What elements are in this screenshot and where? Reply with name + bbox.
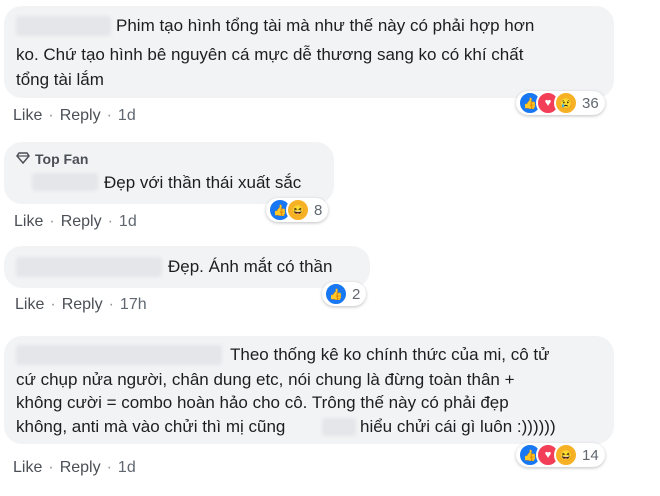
haha-icon: 😆 — [554, 443, 578, 467]
reaction-count: 36 — [582, 94, 599, 112]
reaction-count: 14 — [582, 446, 599, 464]
separator-dot: · — [49, 213, 55, 230]
blurred-author-name — [16, 16, 111, 36]
separator-dot: · — [48, 107, 54, 124]
comment-timestamp[interactable]: 1d — [118, 459, 136, 477]
comment-text-line: Phim tạo hình tổng tài mà như thế này có… — [116, 16, 535, 35]
reaction-count: 8 — [314, 201, 323, 219]
comment-actions: Like · Reply · 17h — [15, 296, 147, 314]
reaction-count: 2 — [352, 285, 361, 303]
like-link[interactable]: Like — [13, 107, 42, 125]
comment-text-line: Theo thống kê ko chính thức của mi, cô t… — [230, 345, 550, 364]
separator-dot: · — [50, 296, 56, 313]
diamond-icon — [16, 148, 30, 170]
comment-text-line: tổng tài lắm — [16, 70, 104, 89]
comment-text: Đẹp với thần thái xuất sắc — [104, 173, 302, 192]
reply-link[interactable]: Reply — [61, 213, 102, 231]
comment-text-line: cứ chụp nửa người, chân dung etc, nói ch… — [16, 370, 515, 389]
separator-dot: · — [108, 296, 114, 313]
blurred-author-name — [16, 345, 222, 365]
reaction-summary[interactable]: 👍 😆 8 — [266, 198, 329, 222]
comment-bubble: Phim tạo hình tổng tài mà như thế này có… — [4, 6, 614, 98]
comment-text-line: không cười = combo hoàn hảo cho cô. Trôn… — [16, 393, 509, 412]
reply-link[interactable]: Reply — [60, 459, 101, 477]
reaction-summary[interactable]: 👍 2 — [322, 282, 367, 306]
blurred-word — [322, 418, 356, 436]
reaction-summary[interactable]: 👍 ♥ 😆 14 — [516, 443, 605, 467]
comment-bubble: Đẹp. Ánh mắt có thần — [4, 246, 370, 288]
comment-bubble: Theo thống kê ko chính thức của mi, cô t… — [4, 336, 614, 444]
haha-icon: 😆 — [286, 198, 310, 222]
like-icon: 👍 — [324, 282, 348, 306]
comment-text: Đẹp. Ánh mắt có thần — [168, 257, 333, 276]
comment-actions: Like · Reply · 1d — [13, 459, 136, 477]
separator-dot: · — [106, 459, 112, 476]
blurred-author-name — [16, 257, 162, 277]
top-fan-badge: Top Fan — [16, 148, 88, 170]
separator-dot: · — [48, 459, 54, 476]
comment-actions: Like · Reply · 1d — [14, 213, 137, 231]
sad-icon: 😢 — [554, 91, 578, 115]
like-link[interactable]: Like — [14, 213, 43, 231]
separator-dot: · — [107, 213, 113, 230]
comment-text-line: ko. Chứ tạo hình bê nguyên cá mực dễ thư… — [16, 45, 524, 64]
reaction-summary[interactable]: 👍 ♥ 😢 36 — [516, 91, 605, 115]
like-link[interactable]: Like — [13, 459, 42, 477]
comment-timestamp[interactable]: 1d — [118, 107, 136, 125]
comment-timestamp[interactable]: 1d — [119, 213, 137, 231]
comment-timestamp[interactable]: 17h — [120, 296, 147, 314]
comment-text-line: hiểu chửi cái gì luôn :)))))) — [360, 417, 556, 436]
separator-dot: · — [106, 107, 112, 124]
badge-label: Top Fan — [35, 151, 89, 167]
comment-text-line: không, anti mà vào chửi thì mị cũng — [16, 417, 286, 436]
like-link[interactable]: Like — [15, 296, 44, 314]
comment-bubble: Top Fan Đẹp với thần thái xuất sắc — [4, 142, 334, 204]
reply-link[interactable]: Reply — [60, 107, 101, 125]
blurred-author-name — [32, 173, 98, 191]
comment-actions: Like · Reply · 1d — [13, 107, 136, 125]
reply-link[interactable]: Reply — [62, 296, 103, 314]
